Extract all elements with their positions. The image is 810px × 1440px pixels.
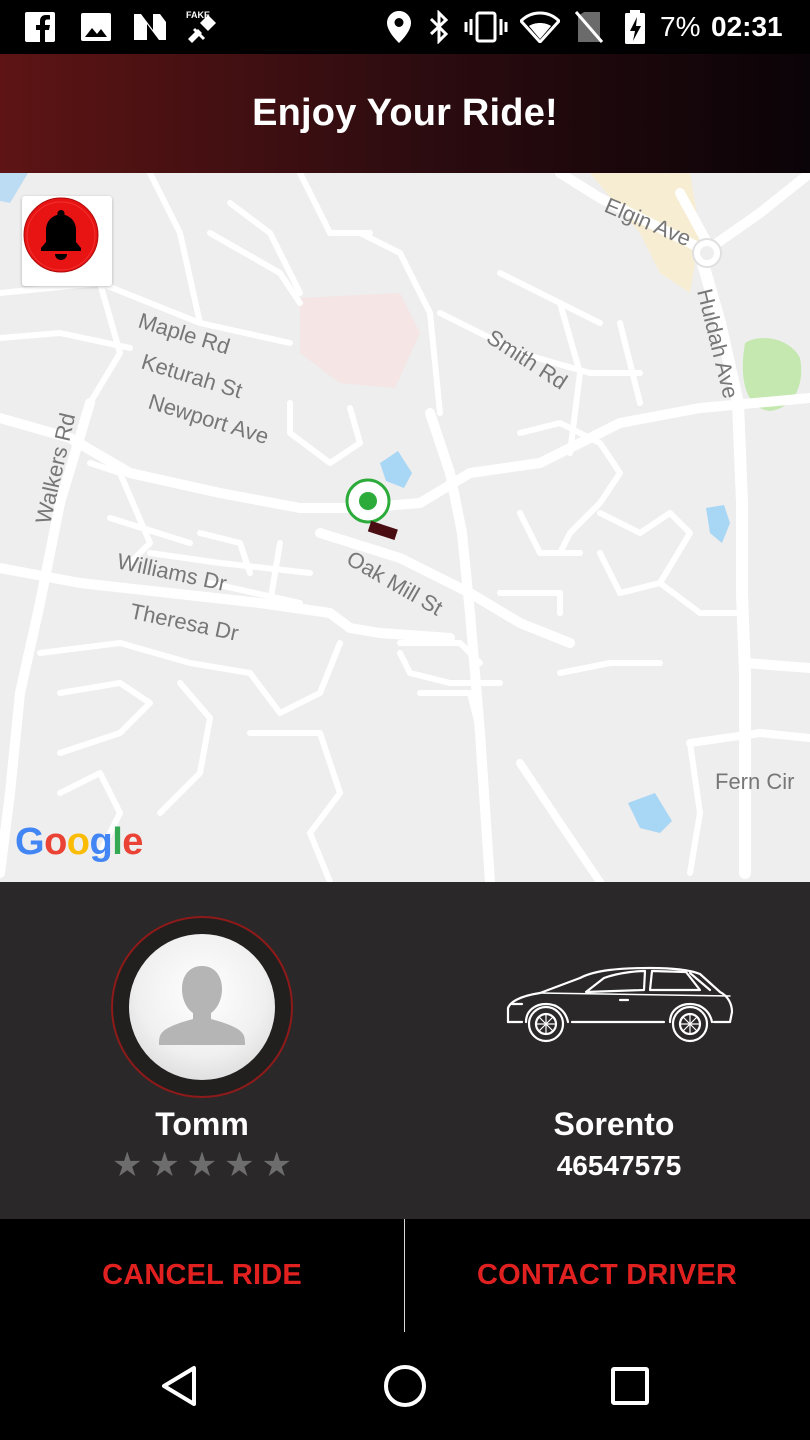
map-view[interactable]: Elgin Ave Huldah Ave Maple Rd Keturah St… (0, 173, 810, 882)
facebook-icon (22, 9, 58, 45)
street-label: Theresa Dr (128, 598, 241, 645)
contact-driver-button[interactable]: CONTACT DRIVER (405, 1219, 809, 1332)
bluetooth-icon (424, 9, 454, 45)
user-icon (159, 966, 245, 1045)
car-icon (500, 960, 740, 1055)
home-icon[interactable] (377, 1358, 433, 1414)
driver-name: Tomm (155, 1106, 249, 1142)
star-icon: ★ (149, 1146, 180, 1184)
pond (628, 793, 672, 833)
wifi-icon (520, 9, 560, 45)
star-icon: ★ (186, 1146, 218, 1184)
driver-avatar-ring (111, 916, 293, 1098)
battery-charging-icon (620, 9, 650, 45)
bell-icon (23, 197, 99, 273)
clock: 02:31 (711, 11, 783, 42)
pond (706, 505, 730, 543)
avatar (129, 934, 275, 1080)
app-header: Enjoy Your Ride! (0, 54, 810, 173)
car-model: Sorento (553, 1106, 675, 1142)
fake-gps-icon: FAKE (182, 9, 222, 45)
car-plate: 46547575 (556, 1150, 682, 1181)
n-app-icon (130, 9, 170, 45)
street-label: Fern Cir (715, 769, 794, 794)
back-icon[interactable] (152, 1358, 208, 1414)
driver-car-marker (367, 520, 398, 541)
vibrate-icon (464, 9, 508, 45)
panic-alarm-button[interactable] (22, 196, 112, 286)
status-bar: FAKE 7% 02:31 (0, 0, 810, 54)
location-icon (384, 9, 414, 45)
street-label: Huldah Ave (692, 286, 743, 401)
street-label: Smith Rd (482, 324, 572, 394)
star-icon: ★ (261, 1146, 292, 1184)
driver-rating: ★ ★ ★ ★ ★ (112, 1148, 292, 1182)
map-canvas: Elgin Ave Huldah Ave Maple Rd Keturah St… (0, 173, 810, 882)
driver-info-panel: Tomm ★ ★ ★ ★ ★ Sorento 46547575 (0, 882, 810, 1219)
star-icon: ★ (112, 1146, 143, 1184)
cancel-ride-button[interactable]: CANCEL RIDE (0, 1219, 404, 1332)
page-title: Enjoy Your Ride! (252, 92, 558, 134)
battery-percent: 7% (660, 11, 701, 42)
google-logo: Google (15, 821, 143, 863)
pond (380, 451, 412, 488)
no-sim-icon (572, 9, 606, 45)
star-icon: ★ (224, 1146, 255, 1184)
street-label: Newport Ave (146, 389, 272, 449)
system-nav-bar (0, 1332, 810, 1440)
image-icon (78, 9, 114, 45)
recents-icon[interactable] (602, 1358, 658, 1414)
ride-actions: CANCEL RIDE CONTACT DRIVER (0, 1219, 810, 1332)
